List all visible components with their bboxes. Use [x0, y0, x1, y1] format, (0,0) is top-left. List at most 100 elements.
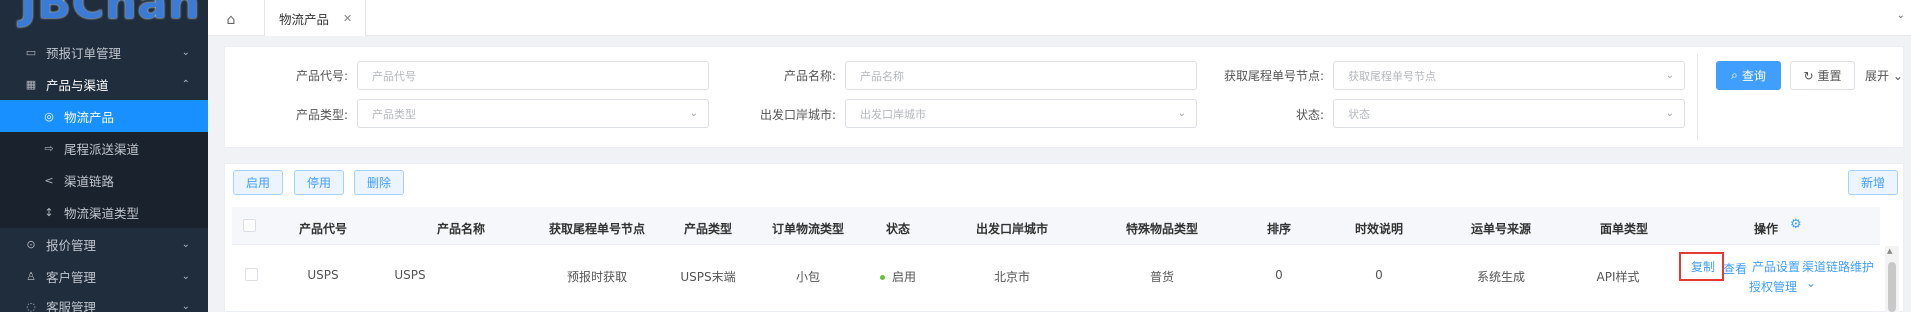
sidebar-item-products-channels[interactable]: ▦ 产品与渠道 ⌃ [0, 68, 208, 100]
cell-port-city: 北京市 [993, 270, 1031, 284]
status-text: 启用 [891, 270, 917, 284]
select-all-checkbox[interactable] [243, 219, 256, 232]
scroll-thumb[interactable] [1888, 262, 1896, 312]
status-select[interactable]: 状态 ⌄ [1333, 99, 1685, 128]
chevron-up-icon: ⌃ [181, 78, 190, 90]
sidebar-item-tail-delivery[interactable]: ⇨ 尾程派送渠道 [0, 132, 208, 164]
auth-manage-link[interactable]: 授权管理 [1749, 278, 1797, 295]
cell-waybill-source: 系统生成 [1476, 270, 1526, 284]
sidebar-item-label: 物流产品 [64, 109, 115, 125]
sidebar-item-label: 产品与渠道 [46, 77, 109, 93]
column-header: 排序 [1266, 222, 1292, 236]
cell-sort: 0 [1275, 268, 1283, 282]
logo: JBChan [0, 0, 208, 36]
reset-label: 重置 [1817, 69, 1842, 83]
sort-icon: ↕ [44, 205, 54, 219]
port-city-label: 出发口岸城市: [759, 108, 836, 122]
tabs-bar: ⌂ 物流产品 ✕ ⌄ [208, 0, 1911, 36]
column-header: 产品名称 [436, 222, 486, 236]
channel-link-maintain-link[interactable]: 渠道链路维护 [1802, 258, 1874, 275]
cell-timeliness: 0 [1375, 268, 1383, 282]
sidebar-item-customers[interactable]: ♙ 客户管理 ⌄ [0, 260, 208, 292]
cell-label-type: API样式 [1596, 270, 1640, 284]
order-icon: ▭ [25, 45, 37, 59]
status-dot [879, 275, 885, 280]
placeholder: 产品代号 [372, 69, 416, 83]
placeholder: 获取尾程单号节点 [1348, 69, 1436, 83]
sidebar-item-label: 报价管理 [46, 237, 97, 253]
expand-button[interactable]: 展开 ⌄ [1865, 67, 1903, 84]
column-header: 操作 [1753, 222, 1779, 236]
chevron-down-icon: ⌄ [1665, 108, 1674, 119]
placeholder: 产品类型 [372, 107, 416, 121]
cell-status: 启用 [879, 268, 917, 285]
sidebar-item-label: 渠道链路 [64, 173, 115, 189]
scroll-up-icon[interactable]: ▲ [1887, 247, 1892, 255]
close-icon[interactable]: ✕ [343, 12, 352, 25]
product-settings-link[interactable]: 产品设置 [1752, 258, 1800, 275]
home-icon[interactable]: ⌂ [216, 8, 246, 32]
add-button[interactable]: 新增 [1848, 170, 1898, 195]
column-header: 订单物流类型 [771, 222, 845, 236]
tail-node-select[interactable]: 获取尾程单号节点 ⌄ [1333, 61, 1685, 90]
product-code-label: 产品代号: [295, 69, 348, 83]
tab-logistics-products[interactable]: 物流产品 ✕ [264, 0, 366, 36]
query-button[interactable]: ⌕ 查询 [1716, 61, 1781, 90]
column-header: 产品类型 [683, 222, 733, 236]
tail-node-label: 获取尾程单号节点: [1223, 69, 1324, 83]
target-icon: ◎ [44, 109, 54, 123]
cell-special-type: 普货 [1149, 270, 1175, 284]
sidebar-item-logistics-products[interactable]: ◎ 物流产品 [0, 100, 208, 132]
sidebar-item-channel-type[interactable]: ↕ 物流渠道类型 [0, 196, 208, 228]
sidebar-item-label: 预报订单管理 [46, 45, 122, 61]
placeholder: 出发口岸城市 [860, 107, 926, 121]
cell-logistics-type: 小包 [795, 270, 821, 284]
column-header: 产品代号 [298, 222, 348, 236]
chevron-down-icon: ⌄ [181, 270, 190, 282]
copy-link[interactable]: 复制 [1691, 258, 1715, 275]
chevron-down-icon: ⌄ [1665, 70, 1674, 81]
row-checkbox[interactable] [245, 268, 258, 281]
enable-button[interactable]: 启用 [233, 170, 283, 195]
reset-button[interactable]: ↻ 重置 [1790, 61, 1855, 90]
product-type-label: 产品类型: [295, 108, 348, 122]
delete-button[interactable]: 删除 [354, 170, 404, 195]
sidebar-item-label: 尾程派送渠道 [64, 141, 140, 157]
chevron-down-icon: ⌄ [181, 238, 190, 250]
cell-tail-node: 预报时获取 [566, 270, 628, 284]
chevron-down-icon: ⌄ [181, 300, 190, 312]
product-type-select[interactable]: 产品类型 ⌄ [357, 99, 709, 128]
view-link[interactable]: 查看 [1723, 260, 1747, 277]
placeholder: 状态 [1348, 107, 1370, 121]
share-icon: < [44, 173, 54, 187]
column-header: 状态 [885, 222, 911, 236]
sidebar-item-channel-link[interactable]: < 渠道链路 [0, 164, 208, 196]
cell-product-type: USPS末端 [680, 270, 736, 284]
sidebar-item-label: 客户管理 [46, 269, 97, 285]
quote-icon: ⊙ [26, 237, 36, 251]
product-code-input[interactable]: 产品代号 [357, 61, 709, 90]
column-header: 特殊物品类型 [1125, 222, 1199, 236]
search-icon: ⌕ [1731, 68, 1738, 82]
gear-icon[interactable]: ⚙ [1790, 217, 1802, 232]
disable-button[interactable]: 停用 [294, 170, 344, 195]
column-header: 出发口岸城市 [975, 222, 1049, 236]
product-name-label: 产品名称: [783, 69, 836, 83]
port-city-select[interactable]: 出发口岸城市 ⌄ [845, 99, 1197, 128]
sidebar-item-quotes[interactable]: ⊙ 报价管理 ⌄ [0, 228, 208, 260]
sidebar: JBChan ▭ 预报订单管理 ⌄ ▦ 产品与渠道 ⌃ ◎ 物流产品 ⇨ 尾程派… [0, 0, 208, 312]
truck-icon: ⇨ [44, 141, 54, 155]
expand-label: 展开 [1865, 69, 1890, 83]
column-header: 运单号来源 [1470, 222, 1532, 236]
product-name-input[interactable]: 产品名称 [845, 61, 1197, 90]
grid-icon: ▦ [25, 77, 37, 91]
sidebar-item-forecast-orders[interactable]: ▭ 预报订单管理 ⌄ [0, 36, 208, 68]
logo-text: JBChan [20, 0, 201, 29]
sidebar-item-customer-service[interactable]: ◌ 客服管理 ⌄ [0, 290, 208, 312]
chevron-down-icon[interactable]: ⌄ [1806, 276, 1816, 290]
cell-product-code: USPS [307, 268, 339, 282]
chevron-down-icon: ⌄ [689, 108, 698, 119]
chevron-down-icon[interactable]: ⌄ [1897, 10, 1905, 21]
service-icon: ◌ [26, 299, 36, 312]
tab-label: 物流产品 [279, 11, 330, 27]
